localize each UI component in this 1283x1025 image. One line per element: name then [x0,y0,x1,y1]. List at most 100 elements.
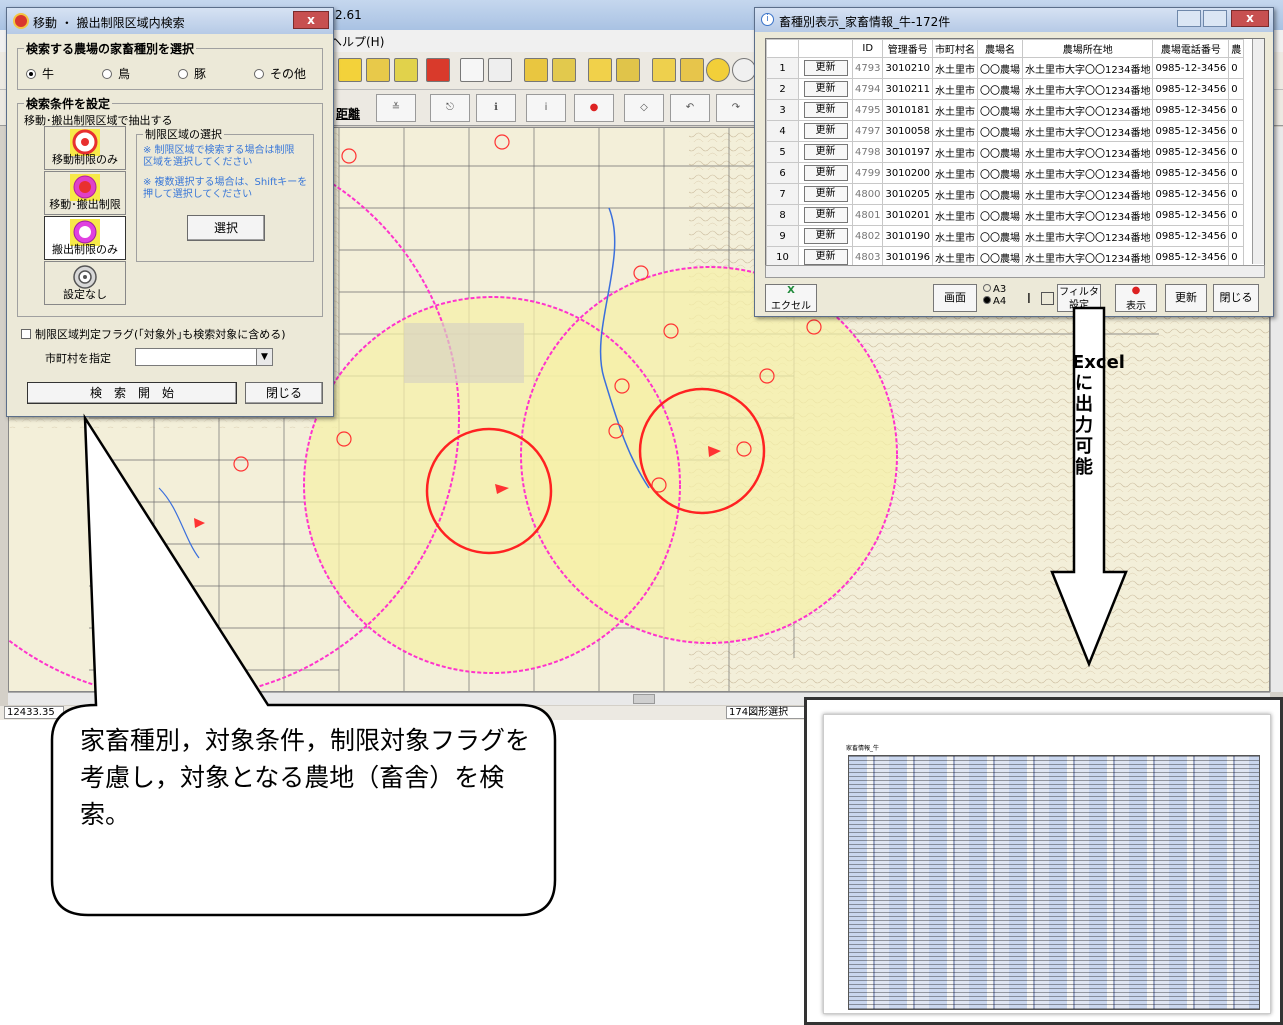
close-icon[interactable]: x [293,11,329,29]
tool-icon-4[interactable] [426,58,450,82]
radio-other[interactable]: その他 [254,65,306,82]
draw-icon[interactable]: ≚ [376,94,416,122]
tool-icon-2[interactable] [366,58,390,82]
row-update-button[interactable]: 更新 [803,186,848,202]
grid-vertical-scrollbar[interactable] [1252,39,1264,264]
close-icon[interactable]: x [1231,10,1269,27]
livestock-grid-area[interactable]: ID 管理番号 市町村名 農場名 農場所在地 農場電話番号 農 1 更新 4793 3… [765,38,1265,278]
distance-label[interactable]: 距離 [336,105,360,122]
tool-icon-12[interactable] [680,58,704,82]
table-row[interactable]: 7 更新 4800 3010205 水土里市 〇〇農場 水土里市大字〇〇1234番地 0985… [766,183,1245,205]
zone-note-2: ※ 複数選択する場合は、Shiftキーを押して選択してください [143,177,308,200]
table-close-button[interactable]: 閉じる [1213,284,1259,312]
row-update-button[interactable]: 更新 [803,207,848,223]
radio-a4[interactable]: A4 [983,296,1023,308]
tool-icon-8[interactable] [552,58,576,82]
mode-none-button[interactable]: 設定なし [44,261,126,305]
col-header-mgmt-no[interactable]: 管理番号 [882,39,933,58]
display-button[interactable]: ● 表示 [1115,284,1157,312]
table-row[interactable]: 5 更新 4798 3010197 水土里市 〇〇農場 水土里市大字〇〇1234番地 0985… [766,141,1245,163]
col-header-tel[interactable]: 農場電話番号 [1152,39,1230,58]
grid-horizontal-scrollbar[interactable] [765,265,1265,278]
city-select[interactable]: ▼ [135,348,273,366]
table-row[interactable]: 3 更新 4795 3010181 水土里市 〇〇農場 水土里市大字〇〇1234番地 0985… [766,99,1245,121]
table-row[interactable]: 4 更新 4797 3010058 水土里市 〇〇農場 水土里市大字〇〇1234番地 0985… [766,120,1245,142]
stop-icon[interactable]: ● [574,94,614,122]
excel-export-button[interactable]: X エクセル [765,284,817,312]
info-icon[interactable]: ℹ [476,94,516,122]
menu-help[interactable]: ヘルプ(H) [330,33,384,50]
table-row[interactable]: 2 更新 4794 3010211 水土里市 〇〇農場 水土里市大字〇〇1234番地 0985… [766,78,1245,100]
eraser-icon[interactable]: ◇ [624,94,664,122]
row-update-button[interactable]: 更新 [803,228,848,244]
tool-icon-7[interactable] [524,58,548,82]
minimize-icon[interactable] [1177,10,1201,27]
row-update-button[interactable]: 更新 [803,102,848,118]
table-row[interactable]: 8 更新 4801 3010201 水土里市 〇〇農場 水土里市大字〇〇1234番地 0985… [766,204,1245,226]
radio-a3[interactable]: A3 [983,284,1023,296]
tool-icon-3[interactable] [394,58,418,82]
cell-address: 水土里市大字〇〇1234番地 [1021,225,1154,247]
scroll-thumb[interactable] [633,694,655,704]
filter-settings-button[interactable]: フィルタ設定 [1057,284,1101,312]
table-row[interactable]: 6 更新 4799 3010200 水土里市 〇〇農場 水土里市大字〇〇1234番地 0985… [766,162,1245,184]
dialog-close-button[interactable]: 閉じる [245,382,323,404]
livestock-grid: ID 管理番号 市町村名 農場名 農場所在地 農場電話番号 農 1 更新 4793 3… [766,39,1245,268]
chevron-down-icon[interactable]: ▼ [256,349,272,365]
exit-icon[interactable]: ⎋ [430,94,470,122]
radio-pig[interactable]: 豚 [178,65,206,82]
select-cursor-icon[interactable] [1041,292,1054,305]
col-header-extra[interactable]: 農 [1228,39,1245,58]
row-update-button[interactable]: 更新 [803,249,848,265]
zone-select-button[interactable]: 選択 [187,215,265,241]
table-window-title: 畜種別表示_家畜情報_牛-172件 [779,15,951,29]
row-number: 7 [766,183,799,205]
zoom-icon[interactable] [732,58,756,82]
redo-icon[interactable]: ↷ [716,94,756,122]
tool-icon-9[interactable] [588,58,612,82]
cell-extra: 0 [1228,78,1245,100]
refresh-button[interactable]: 更新 [1165,284,1207,312]
table-row[interactable]: 1 更新 4793 3010210 水土里市 〇〇農場 水土里市大字〇〇1234番地 0985… [766,57,1245,79]
row-update-button[interactable]: 更新 [803,123,848,139]
search-start-button[interactable]: 検 索 開 始 [27,382,237,404]
mode-movement-transport-button[interactable]: 移動･搬出制限 [44,171,126,215]
update-cell: 更新 [798,225,853,247]
tool-icon-13[interactable] [706,58,730,82]
table-row[interactable]: 9 更新 4802 3010190 水土里市 〇〇農場 水土里市大字〇〇1234番地 0985… [766,225,1245,247]
radio-poultry[interactable]: 鳥 [102,65,130,82]
cell-address: 水土里市大字〇〇1234番地 [1021,183,1154,205]
row-update-button[interactable]: 更新 [803,81,848,97]
col-header-id[interactable]: ID [851,39,884,58]
tool-icon-11[interactable] [652,58,676,82]
undo-icon[interactable]: ↶ [670,94,710,122]
col-header-address[interactable]: 農場所在地 [1021,39,1154,58]
tool-icon-10[interactable] [616,58,640,82]
cell-extra: 0 [1228,57,1245,79]
help-icon[interactable]: i [526,94,566,122]
update-cell: 更新 [798,120,853,142]
col-header-rownum [766,39,799,58]
col-header-city[interactable]: 市町村名 [932,39,978,58]
flag-checkbox[interactable]: 制限区域判定フラグ(｢対象外｣も検索対象に含める) [21,326,286,342]
row-update-button[interactable]: 更新 [803,165,848,181]
row-update-button[interactable]: 更新 [803,60,848,76]
mode-transport-only-button[interactable]: 搬出制限のみ [44,216,126,260]
tool-icon-6[interactable] [488,58,512,82]
text-cursor-icon[interactable]: Ⅰ [1027,292,1031,307]
tool-icon-1[interactable] [338,58,362,82]
cell-address: 水土里市大字〇〇1234番地 [1021,78,1154,100]
mode-movement-only-button[interactable]: 移動制限のみ [44,126,126,170]
radio-cattle[interactable]: 牛 [26,65,54,82]
row-update-button[interactable]: 更新 [803,144,848,160]
maximize-icon[interactable] [1203,10,1227,27]
col-header-farm[interactable]: 農場名 [977,39,1023,58]
cell-id: 4801 [851,204,884,226]
paper-size-radios: A3 A4 [983,284,1023,308]
species-group-title: 検索する農場の家畜種別を選択 [24,40,197,57]
cell-tel: 0985-12-3456 [1152,78,1230,100]
tool-icon-5[interactable] [460,58,484,82]
screen-button[interactable]: 画面 [933,284,977,312]
update-cell: 更新 [798,141,853,163]
cell-city: 水土里市 [932,225,978,247]
